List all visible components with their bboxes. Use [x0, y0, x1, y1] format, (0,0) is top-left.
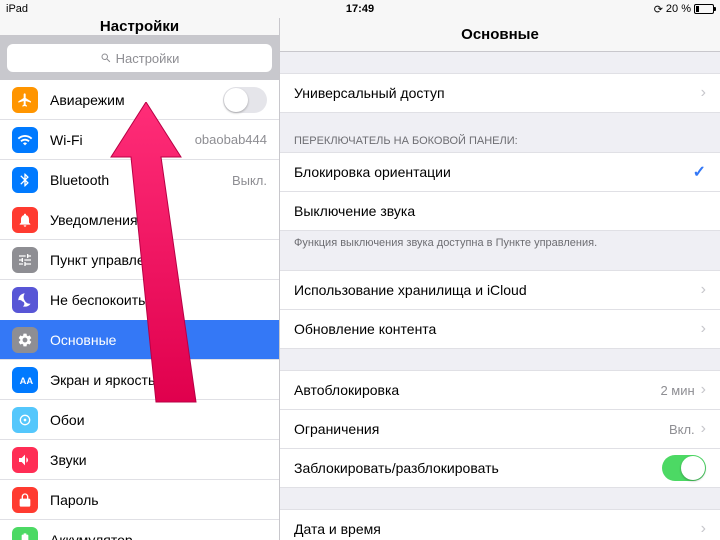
passcode-icon — [12, 487, 38, 513]
row-restrictions[interactable]: Ограничения Вкл. › — [280, 409, 720, 449]
status-bar: iPad 17:49 ⟳ 20 % — [0, 0, 720, 18]
control-center-label: Пункт управления — [50, 252, 267, 268]
sidebar-item-general[interactable]: Основные — [0, 320, 279, 360]
orientation-lock-icon: ⟳ — [654, 3, 663, 16]
chevron-icon: › — [701, 320, 706, 338]
sidebar-item-dnd[interactable]: Не беспокоить — [0, 280, 279, 320]
status-time: 17:49 — [242, 3, 478, 15]
chevron-icon: › — [701, 84, 706, 102]
status-right: ⟳ 20 % — [478, 3, 714, 16]
sidebar-item-display[interactable]: AA Экран и яркость — [0, 360, 279, 400]
dnd-icon — [12, 287, 38, 313]
bluetooth-label: Bluetooth — [50, 172, 220, 188]
notifications-icon — [12, 207, 38, 233]
notifications-label: Уведомления — [50, 212, 267, 228]
bluetooth-value: Выкл. — [232, 173, 267, 188]
sounds-icon — [12, 447, 38, 473]
battery-icon — [694, 4, 714, 14]
chevron-icon: › — [701, 420, 706, 438]
chevron-icon: › — [701, 281, 706, 299]
status-device: iPad — [6, 3, 242, 15]
passcode-label: Пароль — [50, 492, 267, 508]
gear-icon — [12, 327, 38, 353]
sidebar-item-airplane[interactable]: Авиарежим — [0, 80, 279, 120]
wallpaper-label: Обои — [50, 412, 267, 428]
sidebar-item-wallpaper[interactable]: Обои — [0, 400, 279, 440]
sidebar-item-control-center[interactable]: Пункт управления — [0, 240, 279, 280]
control-center-icon — [12, 247, 38, 273]
display-icon: AA — [12, 367, 38, 393]
row-lock-orientation[interactable]: Блокировка ориентации ✓ — [280, 152, 720, 192]
sidebar-item-wifi[interactable]: Wi-Fi obaobab444 — [0, 120, 279, 160]
chevron-icon: › — [701, 381, 706, 399]
detail-title: Основные — [280, 18, 720, 52]
chevron-icon: › — [701, 520, 706, 538]
autolock-value: 2 мин — [660, 383, 694, 398]
row-date-time[interactable]: Дата и время › — [280, 509, 720, 540]
side-switch-header: ПЕРЕКЛЮЧАТЕЛЬ НА БОКОВОЙ ПАНЕЛИ: — [280, 135, 720, 153]
sidebar-item-notifications[interactable]: Уведомления — [0, 200, 279, 240]
general-label: Основные — [50, 332, 267, 348]
row-accessibility[interactable]: Универсальный доступ › — [280, 73, 720, 113]
battery-setting-icon — [12, 527, 38, 540]
row-mute[interactable]: Выключение звука — [280, 191, 720, 231]
wifi-icon — [12, 127, 38, 153]
battery-percent: 20 % — [666, 3, 691, 15]
wifi-value: obaobab444 — [195, 132, 267, 147]
wifi-label: Wi-Fi — [50, 132, 183, 148]
svg-text:AA: AA — [20, 376, 33, 386]
sidebar-title: Настройки — [0, 18, 279, 36]
dnd-label: Не беспокоить — [50, 292, 267, 308]
search-placeholder: Настройки — [116, 51, 180, 66]
settings-sidebar: Настройки Настройки Авиарежим Wi-Fi obao… — [0, 18, 280, 540]
row-autolock[interactable]: Автоблокировка 2 мин › — [280, 370, 720, 410]
restrictions-value: Вкл. — [669, 422, 695, 437]
airplane-icon — [12, 87, 38, 113]
sidebar-item-sounds[interactable]: Звуки — [0, 440, 279, 480]
lock-unlock-switch[interactable] — [662, 455, 706, 481]
row-storage[interactable]: Использование хранилища и iCloud › — [280, 270, 720, 310]
display-label: Экран и яркость — [50, 372, 267, 388]
row-lock-unlock[interactable]: Заблокировать/разблокировать — [280, 448, 720, 488]
wallpaper-icon — [12, 407, 38, 433]
sidebar-item-passcode[interactable]: Пароль — [0, 480, 279, 520]
airplane-switch[interactable] — [223, 87, 267, 113]
detail-pane: Основные Универсальный доступ › ПЕРЕКЛЮЧ… — [280, 18, 720, 540]
sounds-label: Звуки — [50, 452, 267, 468]
sidebar-item-battery[interactable]: Аккумулятор — [0, 520, 279, 540]
bluetooth-icon — [12, 167, 38, 193]
sidebar-item-bluetooth[interactable]: Bluetooth Выкл. — [0, 160, 279, 200]
row-background-refresh[interactable]: Обновление контента › — [280, 309, 720, 349]
check-icon: ✓ — [693, 162, 706, 182]
side-switch-footer: Функция выключения звука доступна в Пунк… — [280, 231, 720, 249]
search-icon — [100, 52, 112, 64]
airplane-label: Авиарежим — [50, 92, 211, 108]
battery-setting-label: Аккумулятор — [50, 532, 267, 540]
search-input[interactable]: Настройки — [7, 44, 272, 72]
